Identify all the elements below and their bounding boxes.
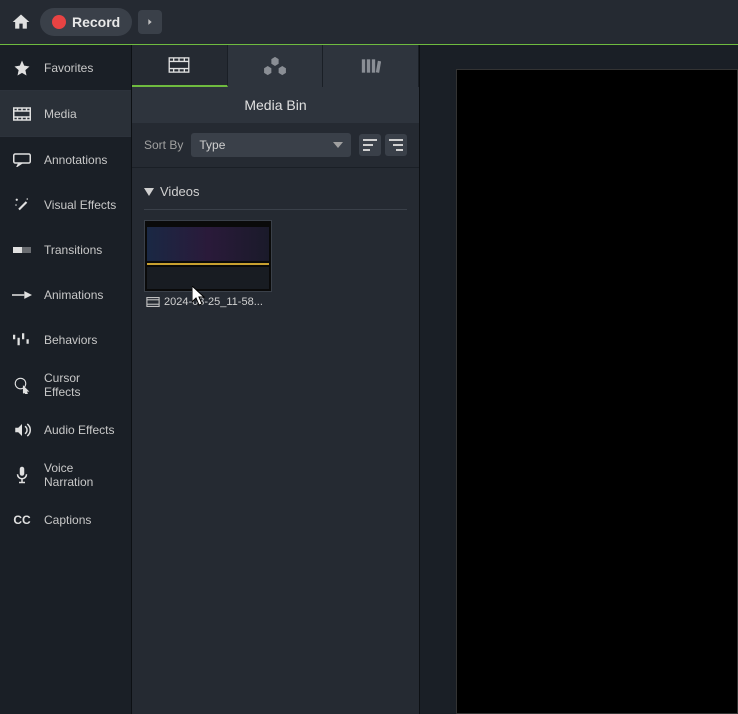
sort-value: Type: [199, 138, 225, 152]
sidebar-item-label: Animations: [44, 288, 103, 302]
record-icon: [52, 15, 66, 29]
media-clip[interactable]: 2024-03-25_11-58...: [144, 220, 272, 312]
sidebar-item-label: Transitions: [44, 243, 102, 257]
sidebar-item-annotations[interactable]: Annotations: [0, 137, 131, 182]
cubes-icon: [264, 56, 286, 76]
home-icon: [11, 12, 31, 32]
film-icon: [12, 104, 32, 124]
sort-label: Sort By: [144, 138, 183, 152]
sidebar-item-label: Captions: [44, 513, 91, 527]
sidebar-item-behaviors[interactable]: Behaviors: [0, 317, 131, 362]
audio-icon: [12, 420, 32, 440]
sidebar-item-label: Annotations: [44, 153, 107, 167]
tab-media[interactable]: [132, 45, 228, 87]
chevron-right-icon: [145, 17, 155, 27]
chevron-down-icon: [333, 142, 343, 148]
annotation-icon: [12, 150, 32, 170]
tab-assets[interactable]: [228, 45, 324, 87]
section-label: Videos: [160, 184, 200, 199]
cc-icon: CC: [12, 510, 32, 530]
main-area: Favorites Media Annotations Visual Effec…: [0, 45, 738, 714]
sidebar-item-label: Media: [44, 107, 77, 121]
clip-name: 2024-03-25_11-58...: [164, 296, 263, 308]
preview-canvas[interactable]: [456, 69, 738, 714]
cursor-pointer-icon: [192, 286, 206, 306]
sidebar-item-transitions[interactable]: Transitions: [0, 227, 131, 272]
transition-icon: [12, 240, 32, 260]
animation-icon: [12, 285, 32, 305]
clip-thumbnail: [144, 220, 272, 292]
preview-area: [420, 45, 738, 714]
sidebar-item-favorites[interactable]: Favorites: [0, 45, 131, 90]
record-expand-button[interactable]: [138, 10, 162, 34]
media-panel: Media Bin Sort By Type Videos: [132, 45, 420, 714]
topbar: Record: [0, 0, 738, 44]
sort-select[interactable]: Type: [191, 133, 351, 157]
record-label: Record: [72, 14, 120, 30]
sidebar: Favorites Media Annotations Visual Effec…: [0, 45, 132, 714]
list-left-icon: [363, 139, 377, 151]
wand-icon: [12, 195, 32, 215]
view-list-right-button[interactable]: [385, 134, 407, 156]
tab-library[interactable]: [323, 45, 419, 87]
sidebar-item-audio-effects[interactable]: Audio Effects: [0, 407, 131, 452]
star-icon: [12, 58, 32, 78]
behaviors-icon: [12, 330, 32, 350]
record-button[interactable]: Record: [40, 8, 132, 36]
sidebar-item-label: Cursor Effects: [44, 371, 119, 399]
sidebar-item-media[interactable]: Media: [0, 91, 131, 136]
sidebar-item-label: Favorites: [44, 61, 93, 75]
home-button[interactable]: [8, 9, 34, 35]
clip-label-row: 2024-03-25_11-58...: [144, 292, 272, 312]
cursor-icon: [12, 375, 32, 395]
panel-tabs: [132, 45, 419, 87]
sort-row: Sort By Type: [132, 123, 419, 168]
sidebar-item-label: Behaviors: [44, 333, 97, 347]
list-right-icon: [389, 139, 403, 151]
sidebar-item-voice-narration[interactable]: Voice Narration: [0, 452, 131, 497]
mic-icon: [12, 465, 32, 485]
view-list-button[interactable]: [359, 134, 381, 156]
triangle-down-icon: [144, 188, 154, 196]
sidebar-item-label: Voice Narration: [44, 461, 119, 489]
sidebar-item-label: Visual Effects: [44, 198, 116, 212]
library-icon: [361, 57, 381, 75]
sidebar-item-cursor-effects[interactable]: Cursor Effects: [0, 362, 131, 407]
sidebar-item-animations[interactable]: Animations: [0, 272, 131, 317]
sidebar-item-captions[interactable]: CC Captions: [0, 497, 131, 542]
media-content: Videos 2024-03-25_11-58...: [132, 168, 419, 714]
film-small-icon: [146, 297, 160, 307]
sidebar-item-label: Audio Effects: [44, 423, 115, 437]
film-icon: [168, 57, 190, 73]
sidebar-item-visual-effects[interactable]: Visual Effects: [0, 182, 131, 227]
section-header-videos[interactable]: Videos: [144, 180, 407, 210]
panel-title: Media Bin: [132, 87, 419, 123]
